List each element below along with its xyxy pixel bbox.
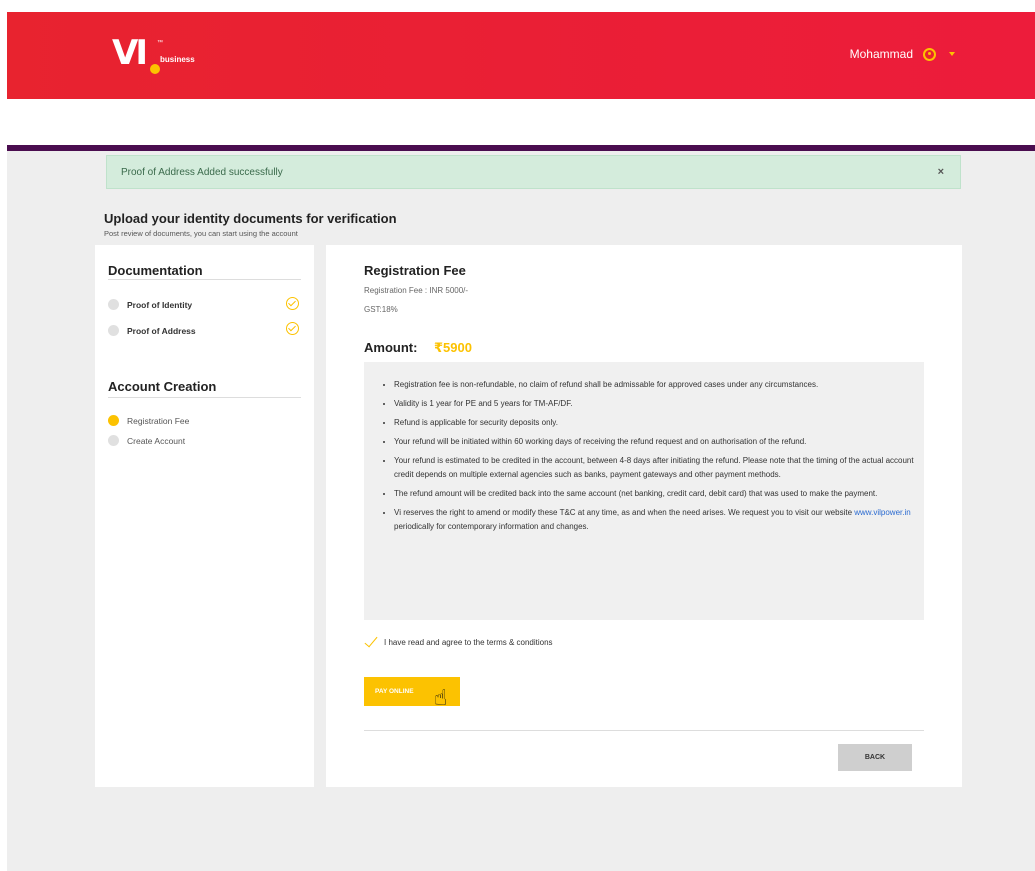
step-proof-of-address[interactable]: Proof of Address [108, 325, 196, 336]
step-dot-icon [108, 435, 119, 446]
user-avatar-icon [923, 47, 936, 61]
check-circle-icon [286, 322, 299, 335]
terms-item: Registration fee is non-refundable, no c… [394, 378, 914, 392]
back-button[interactable]: BACK [838, 744, 912, 771]
registration-fee-title: Registration Fee [364, 263, 466, 278]
terms-list: Registration fee is non-refundable, no c… [380, 378, 914, 534]
documentation-heading: Documentation [108, 263, 203, 278]
panel-divider [364, 730, 924, 731]
checkmark-icon [364, 639, 376, 647]
step-create-account[interactable]: Create Account [108, 435, 185, 446]
progress-sidebar: Documentation Proof of Identity Proof of… [95, 245, 314, 787]
step-label: Registration Fee [127, 415, 190, 426]
step-dot-icon [108, 325, 119, 336]
section-divider [108, 397, 301, 398]
terms-item: Your refund is estimated to be credited … [394, 454, 914, 482]
step-proof-of-identity[interactable]: Proof of Identity [108, 299, 192, 310]
terms-text: Vi reserves the right to amend or modify… [394, 508, 855, 517]
amount-value: ₹5900 [434, 340, 472, 355]
agree-label: I have read and agree to the terms & con… [384, 638, 553, 647]
check-circle-icon [286, 297, 299, 310]
hand-cursor-icon: ☝ [434, 685, 448, 710]
section-divider [108, 279, 301, 280]
user-name: Mohammad [849, 47, 913, 61]
registration-fee-line: Registration Fee : INR 5000/- [364, 286, 469, 295]
account-creation-heading: Account Creation [108, 379, 217, 394]
close-icon[interactable]: × [938, 166, 944, 178]
logo-trademark: ™ [157, 40, 163, 46]
terms-item: The refund amount will be credited back … [394, 487, 914, 501]
vilpower-link[interactable]: www.vilpower.in [854, 508, 910, 517]
registration-fee-panel: Registration Fee Registration Fee : INR … [326, 245, 962, 787]
success-alert: Proof of Address Added successfully × [106, 155, 961, 189]
terms-item: Refund is applicable for security deposi… [394, 416, 914, 430]
terms-item: Your refund will be initiated within 60 … [394, 435, 914, 449]
step-label: Create Account [127, 435, 186, 446]
page-title: Upload your identity documents for verif… [104, 211, 397, 226]
alert-message: Proof of Address Added successfully [121, 166, 283, 178]
step-label: Proof of Identity [127, 299, 193, 310]
amount-label: Amount: [364, 340, 418, 355]
agree-terms-checkbox[interactable]: I have read and agree to the terms & con… [364, 638, 553, 647]
step-dot-icon [108, 299, 119, 310]
page-subtitle: Post review of documents, you can start … [104, 229, 298, 238]
terms-item: Vi reserves the right to amend or modify… [394, 506, 914, 534]
user-menu[interactable]: Mohammad [850, 47, 955, 61]
top-header: VI ™ business Mohammad [7, 12, 1035, 99]
logo-subtext: business [160, 55, 195, 64]
step-label: Proof of Address [127, 325, 196, 336]
gst-line: GST:18% [364, 305, 398, 314]
step-dot-active-icon [108, 415, 119, 426]
logo-text: VI [112, 33, 148, 73]
step-registration-fee[interactable]: Registration Fee [108, 415, 189, 426]
terms-item: Validity is 1 year for PE and 5 years fo… [394, 397, 914, 411]
terms-box: Registration fee is non-refundable, no c… [364, 362, 924, 620]
logo-dot-icon [150, 64, 160, 74]
terms-text: periodically for contemporary informatio… [394, 522, 589, 531]
chevron-down-icon [949, 52, 955, 56]
